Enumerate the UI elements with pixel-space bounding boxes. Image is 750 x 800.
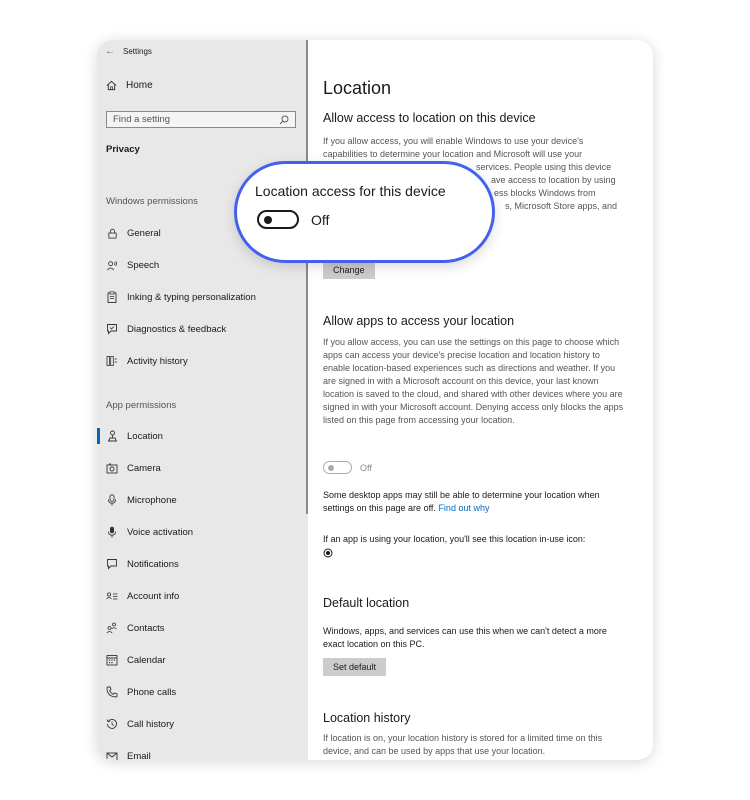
feedback-icon bbox=[106, 323, 118, 335]
home-label: Home bbox=[126, 80, 153, 91]
sidebar-item-label: Speech bbox=[127, 259, 160, 271]
activity-icon bbox=[106, 355, 118, 367]
sidebar-item-activity-history[interactable]: Activity history bbox=[106, 352, 188, 370]
sidebar-item-general[interactable]: General bbox=[106, 224, 161, 242]
sidebar-item-phone-calls[interactable]: Phone calls bbox=[106, 683, 176, 701]
desktop-apps-note: Some desktop apps may still be able to d… bbox=[323, 489, 625, 515]
camera-icon bbox=[106, 462, 118, 474]
title-bar: ← Settings bbox=[97, 40, 308, 62]
location-icon bbox=[106, 430, 118, 442]
window-title: Settings bbox=[123, 46, 152, 56]
main-content: Location Allow access to location on thi… bbox=[308, 40, 653, 760]
search-icon bbox=[279, 115, 289, 124]
sidebar-item-call-history[interactable]: Call history bbox=[106, 715, 174, 733]
search-input[interactable]: Find a setting bbox=[106, 111, 296, 128]
voice-icon bbox=[106, 526, 118, 538]
sidebar-item-label: Email bbox=[127, 750, 151, 761]
location-in-use-icon bbox=[323, 548, 333, 558]
description-line: capabilities to determine your location … bbox=[323, 149, 583, 159]
sidebar-item-label: Notifications bbox=[127, 558, 179, 570]
sidebar-item-label: General bbox=[127, 227, 161, 239]
contacts-icon bbox=[106, 622, 118, 634]
sidebar-item-label: Location bbox=[127, 430, 163, 442]
phone-icon bbox=[106, 686, 118, 698]
location-access-toggle[interactable] bbox=[257, 210, 299, 229]
email-icon bbox=[106, 750, 118, 760]
notification-icon bbox=[106, 558, 118, 570]
sidebar-item-location[interactable]: Location bbox=[97, 427, 163, 445]
sidebar-item-label: Inking & typing personalization bbox=[127, 291, 256, 303]
home-nav-item[interactable]: Home bbox=[106, 80, 153, 91]
sidebar-item-inking-typing[interactable]: Inking & typing personalization bbox=[106, 288, 256, 306]
toggle-state-label: Off bbox=[360, 462, 372, 473]
allow-apps-description: If you allow access, you can use the set… bbox=[323, 337, 624, 425]
page-title: Location bbox=[323, 78, 392, 98]
default-location-heading: Default location bbox=[323, 596, 410, 610]
clipboard-icon bbox=[106, 291, 118, 303]
lock-icon bbox=[106, 227, 118, 239]
location-access-callout: Location access for this device Off bbox=[234, 161, 495, 263]
speech-icon bbox=[106, 259, 118, 271]
find-out-why-link[interactable]: Find out why bbox=[438, 503, 489, 513]
app-permissions-header: App permissions bbox=[106, 400, 177, 411]
allow-apps-toggle[interactable]: Off bbox=[323, 461, 372, 474]
history-icon bbox=[106, 718, 118, 730]
back-arrow-icon[interactable]: ← bbox=[97, 46, 123, 57]
sidebar-item-label: Call history bbox=[127, 718, 174, 730]
sidebar-item-label: Phone calls bbox=[127, 686, 177, 698]
search-placeholder: Find a setting bbox=[113, 114, 171, 125]
sidebar-item-camera[interactable]: Camera bbox=[106, 459, 161, 477]
location-history-heading: Location history bbox=[323, 711, 411, 725]
section-privacy: Privacy bbox=[106, 144, 140, 155]
calendar-icon bbox=[106, 654, 118, 666]
sidebar-item-label: Diagnostics & feedback bbox=[127, 323, 227, 335]
sidebar-item-email[interactable]: Email bbox=[106, 747, 151, 760]
sidebar-item-label: Microphone bbox=[127, 494, 177, 506]
default-location-description: Windows, apps, and services can use this… bbox=[323, 626, 607, 649]
location-access-toggle-row[interactable]: Off bbox=[257, 210, 329, 229]
sidebar-item-label: Account info bbox=[127, 590, 180, 602]
microphone-icon bbox=[106, 494, 118, 506]
sidebar-item-label: Voice activation bbox=[127, 526, 194, 538]
sidebar-item-speech[interactable]: Speech bbox=[106, 256, 159, 274]
callout-title: Location access for this device bbox=[255, 183, 446, 199]
sidebar-item-label: Calendar bbox=[127, 654, 166, 666]
sidebar-item-label: Camera bbox=[127, 462, 161, 474]
location-history-description: If location is on, your location history… bbox=[323, 733, 603, 756]
sidebar-item-contacts[interactable]: Contacts bbox=[106, 619, 165, 637]
description-line: If you allow access, you will enable Win… bbox=[323, 136, 584, 146]
sidebar: ← Settings Home Find a setting Privacy W… bbox=[97, 40, 308, 760]
allow-apps-heading: Allow apps to access your location bbox=[323, 314, 515, 328]
sidebar-item-notifications[interactable]: Notifications bbox=[106, 555, 179, 573]
change-button[interactable]: Change bbox=[323, 261, 375, 279]
sidebar-item-microphone[interactable]: Microphone bbox=[106, 491, 177, 509]
sidebar-item-account-info[interactable]: Account info bbox=[106, 587, 179, 605]
sidebar-item-label: Activity history bbox=[127, 355, 188, 367]
settings-window: ← Settings Home Find a setting Privacy W… bbox=[97, 40, 653, 760]
sidebar-item-voice-activation[interactable]: Voice activation bbox=[106, 523, 193, 541]
sidebar-item-calendar[interactable]: Calendar bbox=[106, 651, 166, 669]
sidebar-item-label: Contacts bbox=[127, 622, 165, 634]
in-use-note: If an app is using your location, you'll… bbox=[323, 534, 586, 544]
account-info-icon bbox=[106, 590, 118, 602]
windows-permissions-header: Windows permissions bbox=[106, 196, 198, 207]
set-default-button[interactable]: Set default bbox=[323, 658, 387, 676]
home-icon bbox=[106, 80, 117, 91]
sidebar-item-diagnostics[interactable]: Diagnostics & feedback bbox=[106, 320, 226, 338]
callout-toggle-state: Off bbox=[311, 211, 330, 228]
toggle-switch[interactable] bbox=[323, 461, 352, 474]
device-access-heading: Allow access to location on this device bbox=[323, 111, 536, 125]
